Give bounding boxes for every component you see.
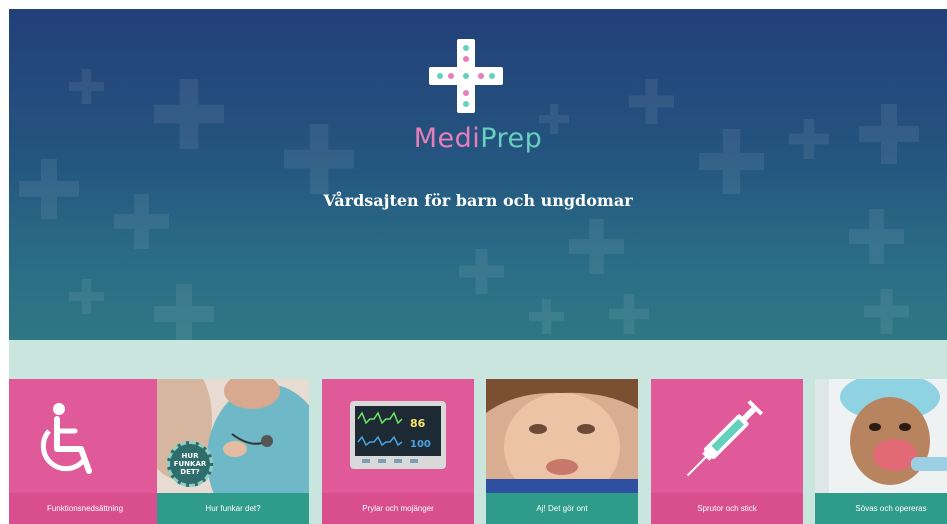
app-frame: MediPrep Vårdsajten för barn och ungdoma… [9,9,947,524]
card-aj-det-gor-ont[interactable]: Aj! Det gör ont [486,379,638,524]
bg-cross-icon [154,284,214,340]
category-cards: Funktionsnedsättning HUR FUNKAR DET? Hur… [9,379,947,524]
card-label: Aj! Det gör ont [486,493,638,524]
card-art [486,379,638,493]
card-label: Hur funkar det? [157,493,309,524]
bg-cross-icon [459,249,504,294]
hero-tagline: Vårdsajten för barn och ungdomar [323,191,633,210]
wheelchair-icon [9,403,161,493]
card-label: Sprutor och stick [651,493,803,524]
brand-medi: Medi [413,123,481,154]
bg-cross-icon [69,69,104,104]
bg-cross-icon [609,294,649,334]
brand-wordmark[interactable]: MediPrep [9,123,947,154]
bg-cross-icon [629,79,674,124]
card-sovas-och-opereras[interactable]: Sövas och opereras [815,379,947,524]
card-label: Prylar och mojänger [322,493,474,524]
bg-cross-icon [69,279,104,314]
card-art [815,379,947,493]
card-funktionsnedsattning[interactable]: Funktionsnedsättning [9,379,161,524]
bg-cross-icon [19,159,79,219]
card-art: HUR FUNKAR DET? [157,379,309,493]
mediprep-logo-icon[interactable] [429,39,503,113]
anesthesia-mask-photo [815,379,947,493]
card-label: Sövas och opereras [815,493,947,524]
monitor-value-top: 86 [410,417,426,430]
brand-prep: Prep [480,123,543,154]
hur-funkar-badge: HUR FUNKAR DET? [167,441,213,487]
hero-banner: MediPrep Vårdsajten för barn och ungdoma… [9,9,947,340]
crying-boy-photo [486,379,638,493]
card-art [651,379,803,493]
card-label: Funktionsnedsättning [9,493,161,524]
bg-cross-icon [529,299,564,334]
card-art: 86 100 [322,379,474,493]
card-art [9,379,161,493]
card-prylar-och-mojanger[interactable]: 86 100 Prylar och mojänger [322,379,474,524]
card-hur-funkar-det[interactable]: HUR FUNKAR DET? Hur funkar det? [157,379,309,524]
card-sprutor-och-stick[interactable]: Sprutor och stick [651,379,803,524]
bg-cross-icon [849,209,904,264]
syringe-icon [651,399,803,493]
monitor-value-bottom: 100 [410,439,431,450]
bg-cross-icon [569,219,624,274]
bg-cross-icon [864,289,909,334]
